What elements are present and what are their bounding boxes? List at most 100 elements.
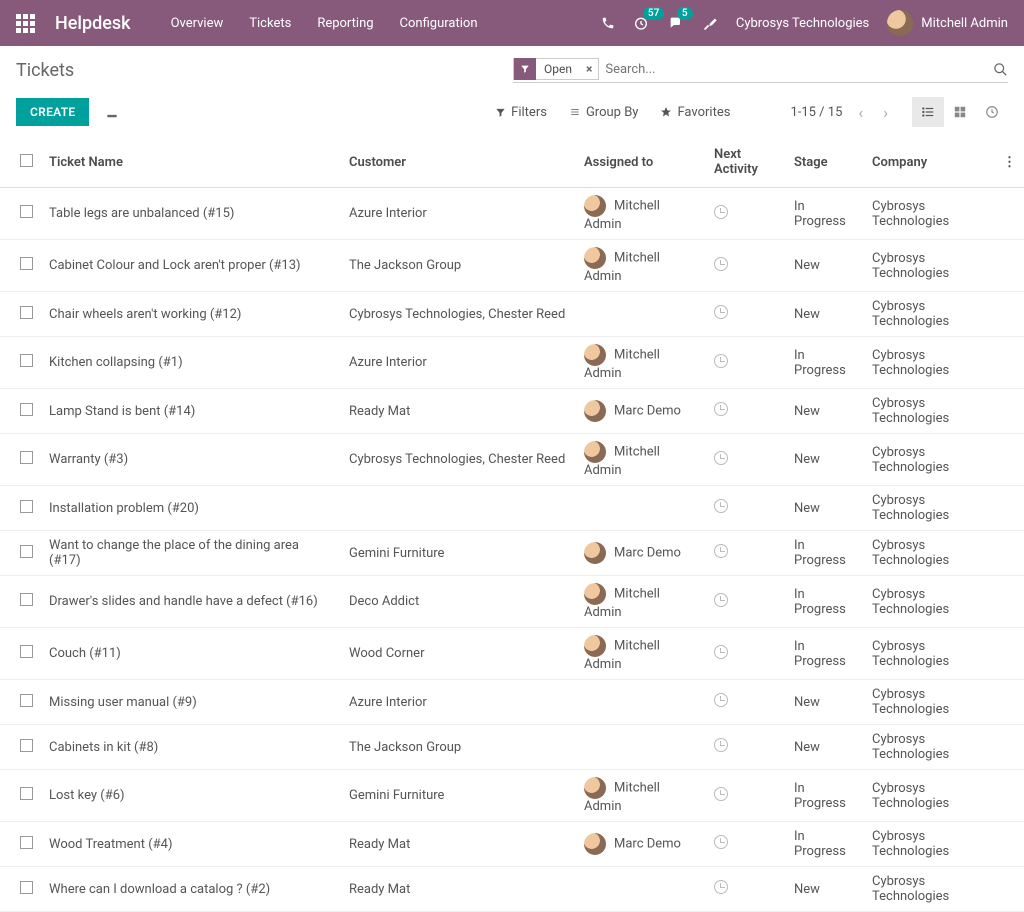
row-checkbox[interactable] (20, 500, 33, 513)
cell-company: Cybrosys Technologies (864, 576, 995, 628)
table-row[interactable]: Cabinets in kit (#8)The Jackson GroupNew… (0, 725, 1024, 770)
table-row[interactable]: Cabinet Colour and Lock aren't proper (#… (0, 240, 1024, 292)
clock-icon (714, 257, 728, 271)
table-row[interactable]: Want to change the place of the dining a… (0, 531, 1024, 576)
filters-button[interactable]: Filters (495, 105, 547, 120)
cell-activity[interactable] (706, 337, 786, 389)
columns-menu-icon[interactable]: ⋮ (995, 137, 1024, 188)
cell-assigned: Mitchell Admin (576, 337, 706, 389)
wrench-icon[interactable] (703, 16, 718, 31)
phone-icon[interactable] (601, 16, 615, 30)
cell-stage: In Progress (786, 188, 864, 240)
col-customer[interactable]: Customer (341, 137, 576, 188)
pager-next-icon[interactable]: › (879, 103, 892, 122)
col-assigned[interactable]: Assigned to (576, 137, 706, 188)
row-checkbox[interactable] (20, 354, 33, 367)
cell-activity[interactable] (706, 531, 786, 576)
main-nav: Overview Tickets Reporting Configuration (171, 16, 478, 31)
search-bar[interactable]: Open × (513, 58, 1008, 83)
cell-company: Cybrosys Technologies (864, 240, 995, 292)
company-switcher[interactable]: Cybrosys Technologies (736, 16, 869, 31)
cell-name: Chair wheels aren't working (#12) (41, 292, 341, 337)
nav-reporting[interactable]: Reporting (317, 16, 373, 31)
cell-stage: In Progress (786, 531, 864, 576)
cell-activity[interactable] (706, 292, 786, 337)
row-checkbox[interactable] (20, 403, 33, 416)
nav-tickets[interactable]: Tickets (249, 16, 291, 31)
row-checkbox[interactable] (20, 451, 33, 464)
cell-activity[interactable] (706, 680, 786, 725)
table-row[interactable]: Where can I download a catalog ? (#2)Rea… (0, 867, 1024, 912)
cell-activity[interactable] (706, 486, 786, 531)
row-checkbox[interactable] (20, 739, 33, 752)
cell-activity[interactable] (706, 240, 786, 292)
cell-activity[interactable] (706, 576, 786, 628)
table-row[interactable]: Kitchen collapsing (#1)Azure InteriorMit… (0, 337, 1024, 389)
row-checkbox[interactable] (20, 205, 33, 218)
cell-name: Wood Treatment (#4) (41, 822, 341, 867)
cell-activity[interactable] (706, 725, 786, 770)
timer-icon[interactable]: 57 (633, 15, 649, 31)
kanban-view-icon[interactable] (944, 97, 976, 127)
row-checkbox[interactable] (20, 257, 33, 270)
row-checkbox[interactable] (20, 306, 33, 319)
groupby-button[interactable]: Group By (569, 105, 639, 120)
col-company[interactable]: Company (864, 137, 995, 188)
table-row[interactable]: Missing user manual (#9)Azure InteriorNe… (0, 680, 1024, 725)
assignee-avatar-icon (584, 344, 606, 366)
cell-activity[interactable] (706, 389, 786, 434)
user-name: Mitchell Admin (921, 16, 1008, 31)
nav-configuration[interactable]: Configuration (400, 16, 478, 31)
user-menu[interactable]: Mitchell Admin (887, 10, 1008, 36)
row-checkbox[interactable] (20, 645, 33, 658)
col-name[interactable]: Ticket Name (41, 137, 341, 188)
table-row[interactable]: Warranty (#3)Cybrosys Technologies, Ches… (0, 434, 1024, 486)
timer-badge: 57 (643, 7, 664, 20)
table-row[interactable]: Wood Treatment (#4)Ready MatMarc DemoIn … (0, 822, 1024, 867)
table-row[interactable]: Drawer's slides and handle have a defect… (0, 576, 1024, 628)
select-all-checkbox[interactable] (20, 154, 33, 167)
cell-activity[interactable] (706, 628, 786, 680)
cell-activity[interactable] (706, 188, 786, 240)
row-checkbox[interactable] (20, 836, 33, 849)
favorites-button[interactable]: Favorites (660, 105, 730, 120)
cell-activity[interactable] (706, 770, 786, 822)
cell-activity[interactable] (706, 867, 786, 912)
assignee-avatar-icon (584, 400, 606, 422)
table-row[interactable]: Lamp Stand is bent (#14)Ready MatMarc De… (0, 389, 1024, 434)
row-checkbox[interactable] (20, 545, 33, 558)
row-checkbox[interactable] (20, 787, 33, 800)
list-view-icon[interactable] (912, 97, 944, 127)
cell-customer: Ready Mat (341, 867, 576, 912)
clock-icon (714, 738, 728, 752)
table-row[interactable]: Installation problem (#20)NewCybrosys Te… (0, 486, 1024, 531)
cell-company: Cybrosys Technologies (864, 188, 995, 240)
app-name[interactable]: Helpdesk (55, 13, 131, 34)
create-button[interactable]: CREATE (16, 98, 89, 126)
table-row[interactable]: Couch (#11)Wood CornerMitchell AdminIn P… (0, 628, 1024, 680)
table-row[interactable]: Lost key (#6)Gemini FurnitureMitchell Ad… (0, 770, 1024, 822)
cell-activity[interactable] (706, 434, 786, 486)
row-checkbox[interactable] (20, 881, 33, 894)
table-row[interactable]: Table legs are unbalanced (#15)Azure Int… (0, 188, 1024, 240)
pager-value[interactable]: 1-15 / 15 (790, 105, 842, 120)
search-input[interactable] (599, 59, 993, 80)
import-icon[interactable] (105, 105, 119, 119)
apps-icon[interactable] (16, 14, 35, 33)
cell-assigned (576, 867, 706, 912)
chat-icon[interactable]: 5 (667, 15, 685, 31)
row-checkbox[interactable] (20, 694, 33, 707)
search-facet-open[interactable]: Open × (513, 58, 599, 80)
table-row[interactable]: Chair wheels aren't working (#12)Cybrosy… (0, 292, 1024, 337)
pager-prev-icon[interactable]: ‹ (854, 103, 867, 122)
nav-overview[interactable]: Overview (171, 16, 224, 31)
col-stage[interactable]: Stage (786, 137, 864, 188)
activity-view-icon[interactable] (976, 97, 1008, 127)
cell-assigned (576, 292, 706, 337)
search-icon[interactable] (993, 62, 1008, 77)
row-checkbox[interactable] (20, 593, 33, 606)
cell-customer: The Jackson Group (341, 240, 576, 292)
col-activity[interactable]: Next Activity (706, 137, 786, 188)
cell-activity[interactable] (706, 822, 786, 867)
facet-remove-icon[interactable]: × (580, 62, 598, 76)
